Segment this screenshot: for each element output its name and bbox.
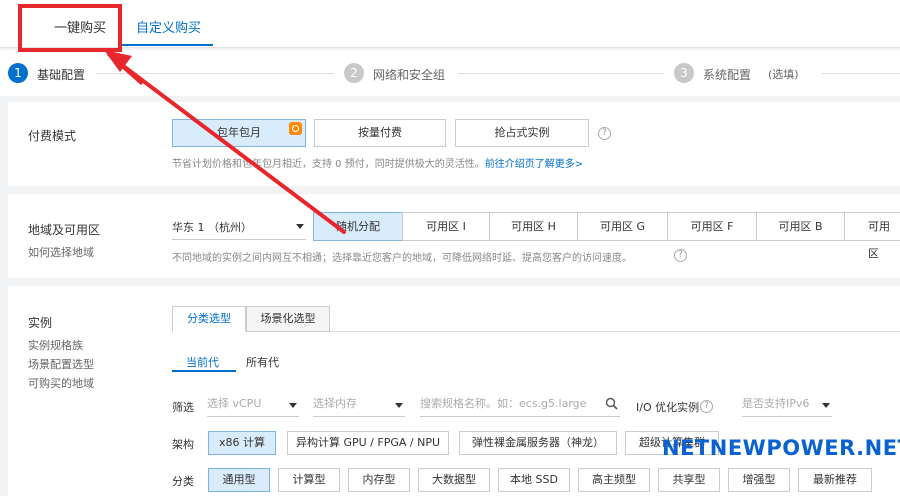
annotation-arrow bbox=[104, 50, 346, 234]
watermark: NETNEWPOWER.NET bbox=[662, 436, 900, 460]
